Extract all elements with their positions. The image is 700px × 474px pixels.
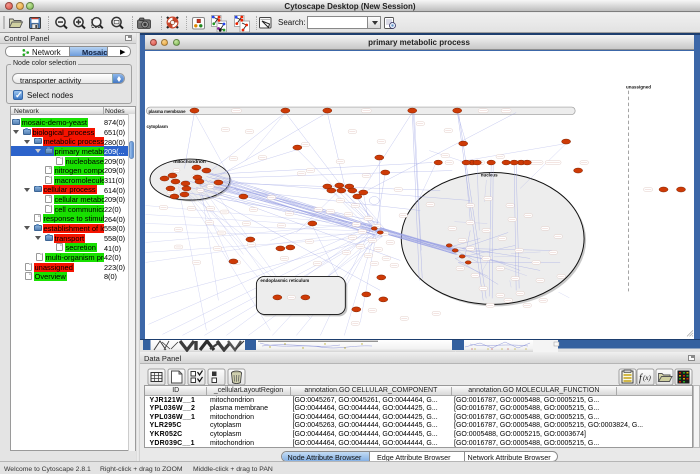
svg-text:mitochondrion: mitochondrion [173,159,205,165]
svg-text:unassigned: unassigned [626,84,651,89]
svg-text:cytoplasm: cytoplasm [146,124,167,129]
svg-text:nucleus: nucleus [480,172,497,177]
svg-text:(x): (x) [643,374,651,382]
svg-text:endoplasmic reticulum: endoplasmic reticulum [260,277,309,282]
svg-text:plasma membrane: plasma membrane [148,108,186,113]
